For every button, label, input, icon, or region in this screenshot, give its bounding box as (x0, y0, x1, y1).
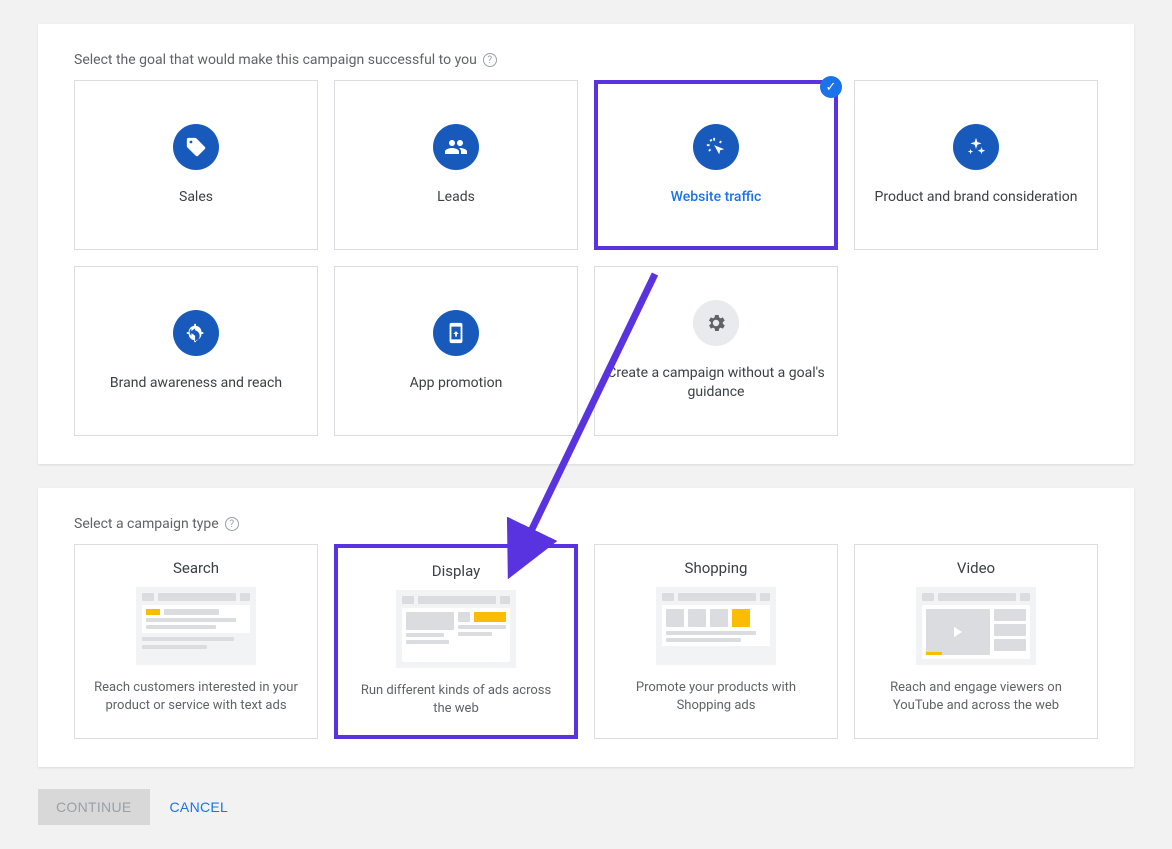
type-title: Video (957, 559, 995, 577)
sparkle-icon (953, 124, 999, 170)
check-icon: ✓ (820, 76, 842, 98)
type-grid: Search Reach customers interested in you… (74, 544, 1098, 739)
type-desc: Reach customers interested in your produ… (93, 679, 299, 714)
search-ad-illustration (136, 587, 256, 665)
goal-label: Sales (179, 188, 213, 207)
goal-label: Create a campaign without a goal's guida… (603, 364, 829, 402)
type-card-video[interactable]: Video (854, 544, 1098, 739)
type-card-shopping[interactable]: Shopping Promote your product (594, 544, 838, 739)
goal-heading: Select the goal that would make this cam… (74, 52, 1098, 68)
goal-label: App promotion (410, 374, 503, 393)
tag-icon (173, 124, 219, 170)
shopping-ad-illustration (656, 587, 776, 665)
type-desc: Promote your products with Shopping ads (613, 679, 819, 714)
goal-card-app-promotion[interactable]: App promotion (334, 266, 578, 436)
type-desc: Reach and engage viewers on YouTube and … (873, 679, 1079, 714)
goal-label: Product and brand consideration (875, 188, 1078, 207)
goal-label: Website traffic (671, 188, 762, 207)
goal-card-no-goal[interactable]: Create a campaign without a goal's guida… (594, 266, 838, 436)
display-ad-illustration (396, 590, 516, 668)
type-desc: Run different kinds of ads across the we… (356, 682, 556, 717)
type-card-display[interactable]: Display (334, 544, 578, 739)
type-card-search[interactable]: Search Reach customers interested in you… (74, 544, 318, 739)
type-title: Display (432, 562, 480, 580)
cursor-click-icon (693, 124, 739, 170)
goal-grid: Sales Leads ✓ Website traffic (74, 80, 1098, 436)
type-panel: Select a campaign type ? Search Reach cu… (38, 488, 1134, 767)
help-icon[interactable]: ? (225, 517, 239, 531)
help-icon[interactable]: ? (483, 53, 497, 67)
goal-card-product-brand[interactable]: Product and brand consideration (854, 80, 1098, 250)
type-heading: Select a campaign type ? (74, 516, 1098, 532)
goal-card-leads[interactable]: Leads (334, 80, 578, 250)
megaphone-icon (173, 310, 219, 356)
goal-panel: Select the goal that would make this cam… (38, 24, 1134, 464)
goal-label: Brand awareness and reach (110, 374, 282, 393)
phone-download-icon (433, 310, 479, 356)
video-ad-illustration (916, 587, 1036, 665)
people-icon (433, 124, 479, 170)
goal-card-sales[interactable]: Sales (74, 80, 318, 250)
action-row: CONTINUE CANCEL (38, 789, 1134, 825)
goal-card-brand-awareness[interactable]: Brand awareness and reach (74, 266, 318, 436)
goal-heading-text: Select the goal that would make this cam… (74, 52, 477, 68)
type-heading-text: Select a campaign type (74, 516, 219, 532)
goal-card-website-traffic[interactable]: ✓ Website traffic (594, 80, 838, 250)
gear-icon (693, 300, 739, 346)
type-title: Search (173, 559, 219, 577)
goal-label: Leads (437, 188, 475, 207)
type-title: Shopping (685, 559, 748, 577)
continue-button[interactable]: CONTINUE (38, 789, 150, 825)
